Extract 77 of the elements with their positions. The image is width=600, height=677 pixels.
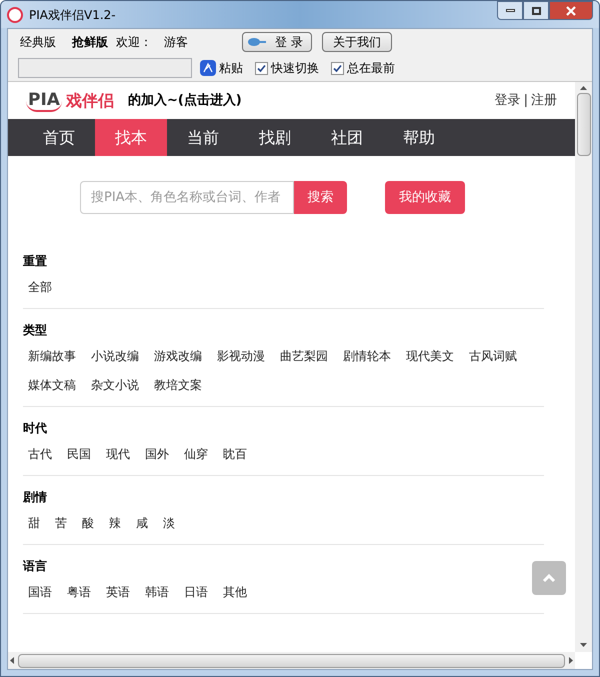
- filter-option[interactable]: 眈百: [223, 445, 247, 463]
- checkbox[interactable]: [331, 62, 344, 74]
- username: 游客: [164, 34, 188, 51]
- filter-option[interactable]: 剧情轮本: [343, 347, 391, 365]
- checkbox[interactable]: [255, 62, 268, 74]
- filter-option[interactable]: 咸: [136, 514, 148, 532]
- horizontal-scrollbar[interactable]: [8, 652, 575, 669]
- filter-option[interactable]: 辣: [109, 514, 121, 532]
- filter-option[interactable]: 影视动漫: [217, 347, 265, 365]
- nav-item[interactable]: 当前: [167, 119, 239, 156]
- version-tab[interactable]: 抢鲜版: [72, 33, 108, 51]
- filter-title: 时代: [23, 421, 48, 435]
- filter-option[interactable]: 苦: [55, 514, 67, 532]
- search-field[interactable]: 搜PIA本、角色名称或台词、作者: [80, 181, 294, 214]
- welcome-label: 欢迎：: [116, 34, 152, 51]
- paste-icon[interactable]: [200, 60, 216, 76]
- nav-item[interactable]: 找本: [95, 119, 167, 156]
- close-button[interactable]: [549, 1, 593, 20]
- filter-option[interactable]: 古代: [28, 445, 52, 463]
- separator: |: [524, 92, 528, 110]
- filter-title: 重置: [23, 254, 48, 268]
- about-button[interactable]: 关于我们: [322, 32, 392, 52]
- filter-option[interactable]: 现代: [106, 445, 130, 463]
- vertical-scrollbar[interactable]: [575, 82, 592, 652]
- filter-title: 剧情: [23, 490, 48, 504]
- filter-option[interactable]: 英语: [106, 583, 130, 601]
- filter-option[interactable]: 游戏改编: [154, 347, 202, 365]
- filter-title: 类型: [23, 323, 48, 337]
- filter-option[interactable]: 甜: [28, 514, 40, 532]
- option-label: 总在最前: [347, 60, 395, 77]
- maximize-button[interactable]: [523, 1, 549, 20]
- chevron-up-icon: [542, 573, 556, 583]
- filter-option[interactable]: 国外: [145, 445, 169, 463]
- option-label: 快速切换: [271, 60, 319, 77]
- minimize-button[interactable]: [497, 1, 523, 20]
- filter-title: 语言: [23, 559, 48, 573]
- filter-option[interactable]: 杂文小说: [91, 376, 139, 394]
- marquee-text[interactable]: 的加入~(点击进入): [128, 90, 242, 110]
- scrollbar-thumb[interactable]: [576, 93, 590, 156]
- filter-option[interactable]: 曲艺梨园: [280, 347, 328, 365]
- version-tab[interactable]: 经典版: [20, 33, 56, 51]
- login-button[interactable]: 登 录: [242, 32, 312, 52]
- filter-option[interactable]: 古风词赋: [469, 347, 517, 365]
- register-link[interactable]: 注册: [531, 90, 557, 110]
- filter-option[interactable]: 韩语: [145, 583, 169, 601]
- filter-option[interactable]: 酸: [82, 514, 94, 532]
- filter-option[interactable]: 小说改编: [91, 347, 139, 365]
- scroll-up-icon[interactable]: [580, 86, 587, 90]
- filter-option[interactable]: 日语: [184, 583, 208, 601]
- logo[interactable]: PIA 戏伴侣: [26, 88, 114, 112]
- filter-option[interactable]: 新编故事: [28, 347, 76, 365]
- favorites-button[interactable]: 我的收藏: [385, 181, 465, 214]
- filter-option[interactable]: 仙穿: [184, 445, 208, 463]
- close-icon: [566, 6, 576, 16]
- search-button[interactable]: 搜索: [294, 181, 347, 214]
- filter-option[interactable]: 教培文案: [154, 376, 202, 394]
- nav-item[interactable]: 首页: [23, 119, 95, 156]
- filter-option[interactable]: 民国: [67, 445, 91, 463]
- option-label: 粘贴: [219, 60, 243, 77]
- scroll-right-icon[interactable]: [569, 657, 573, 664]
- filter-option[interactable]: 现代美文: [406, 347, 454, 365]
- login-link[interactable]: 登录: [494, 90, 521, 110]
- nav-item[interactable]: 帮助: [383, 119, 455, 156]
- app-icon: [7, 6, 23, 22]
- filter-option[interactable]: 全部: [28, 278, 52, 296]
- scroll-down-icon[interactable]: [580, 643, 587, 647]
- window-title: PIA戏伴侣V1.2-: [29, 6, 116, 24]
- scrollbar-thumb[interactable]: [18, 654, 565, 668]
- filter-option[interactable]: 粤语: [67, 583, 91, 601]
- nav-item[interactable]: 社团: [311, 119, 383, 156]
- filter-option[interactable]: 淡: [163, 514, 175, 532]
- text-field[interactable]: [18, 58, 192, 78]
- scroll-left-icon[interactable]: [10, 657, 14, 664]
- filter-option[interactable]: 国语: [28, 583, 52, 601]
- filter-option[interactable]: 其他: [223, 583, 247, 601]
- filter-option[interactable]: 媒体文稿: [28, 376, 76, 394]
- nav-item[interactable]: 找剧: [239, 119, 311, 156]
